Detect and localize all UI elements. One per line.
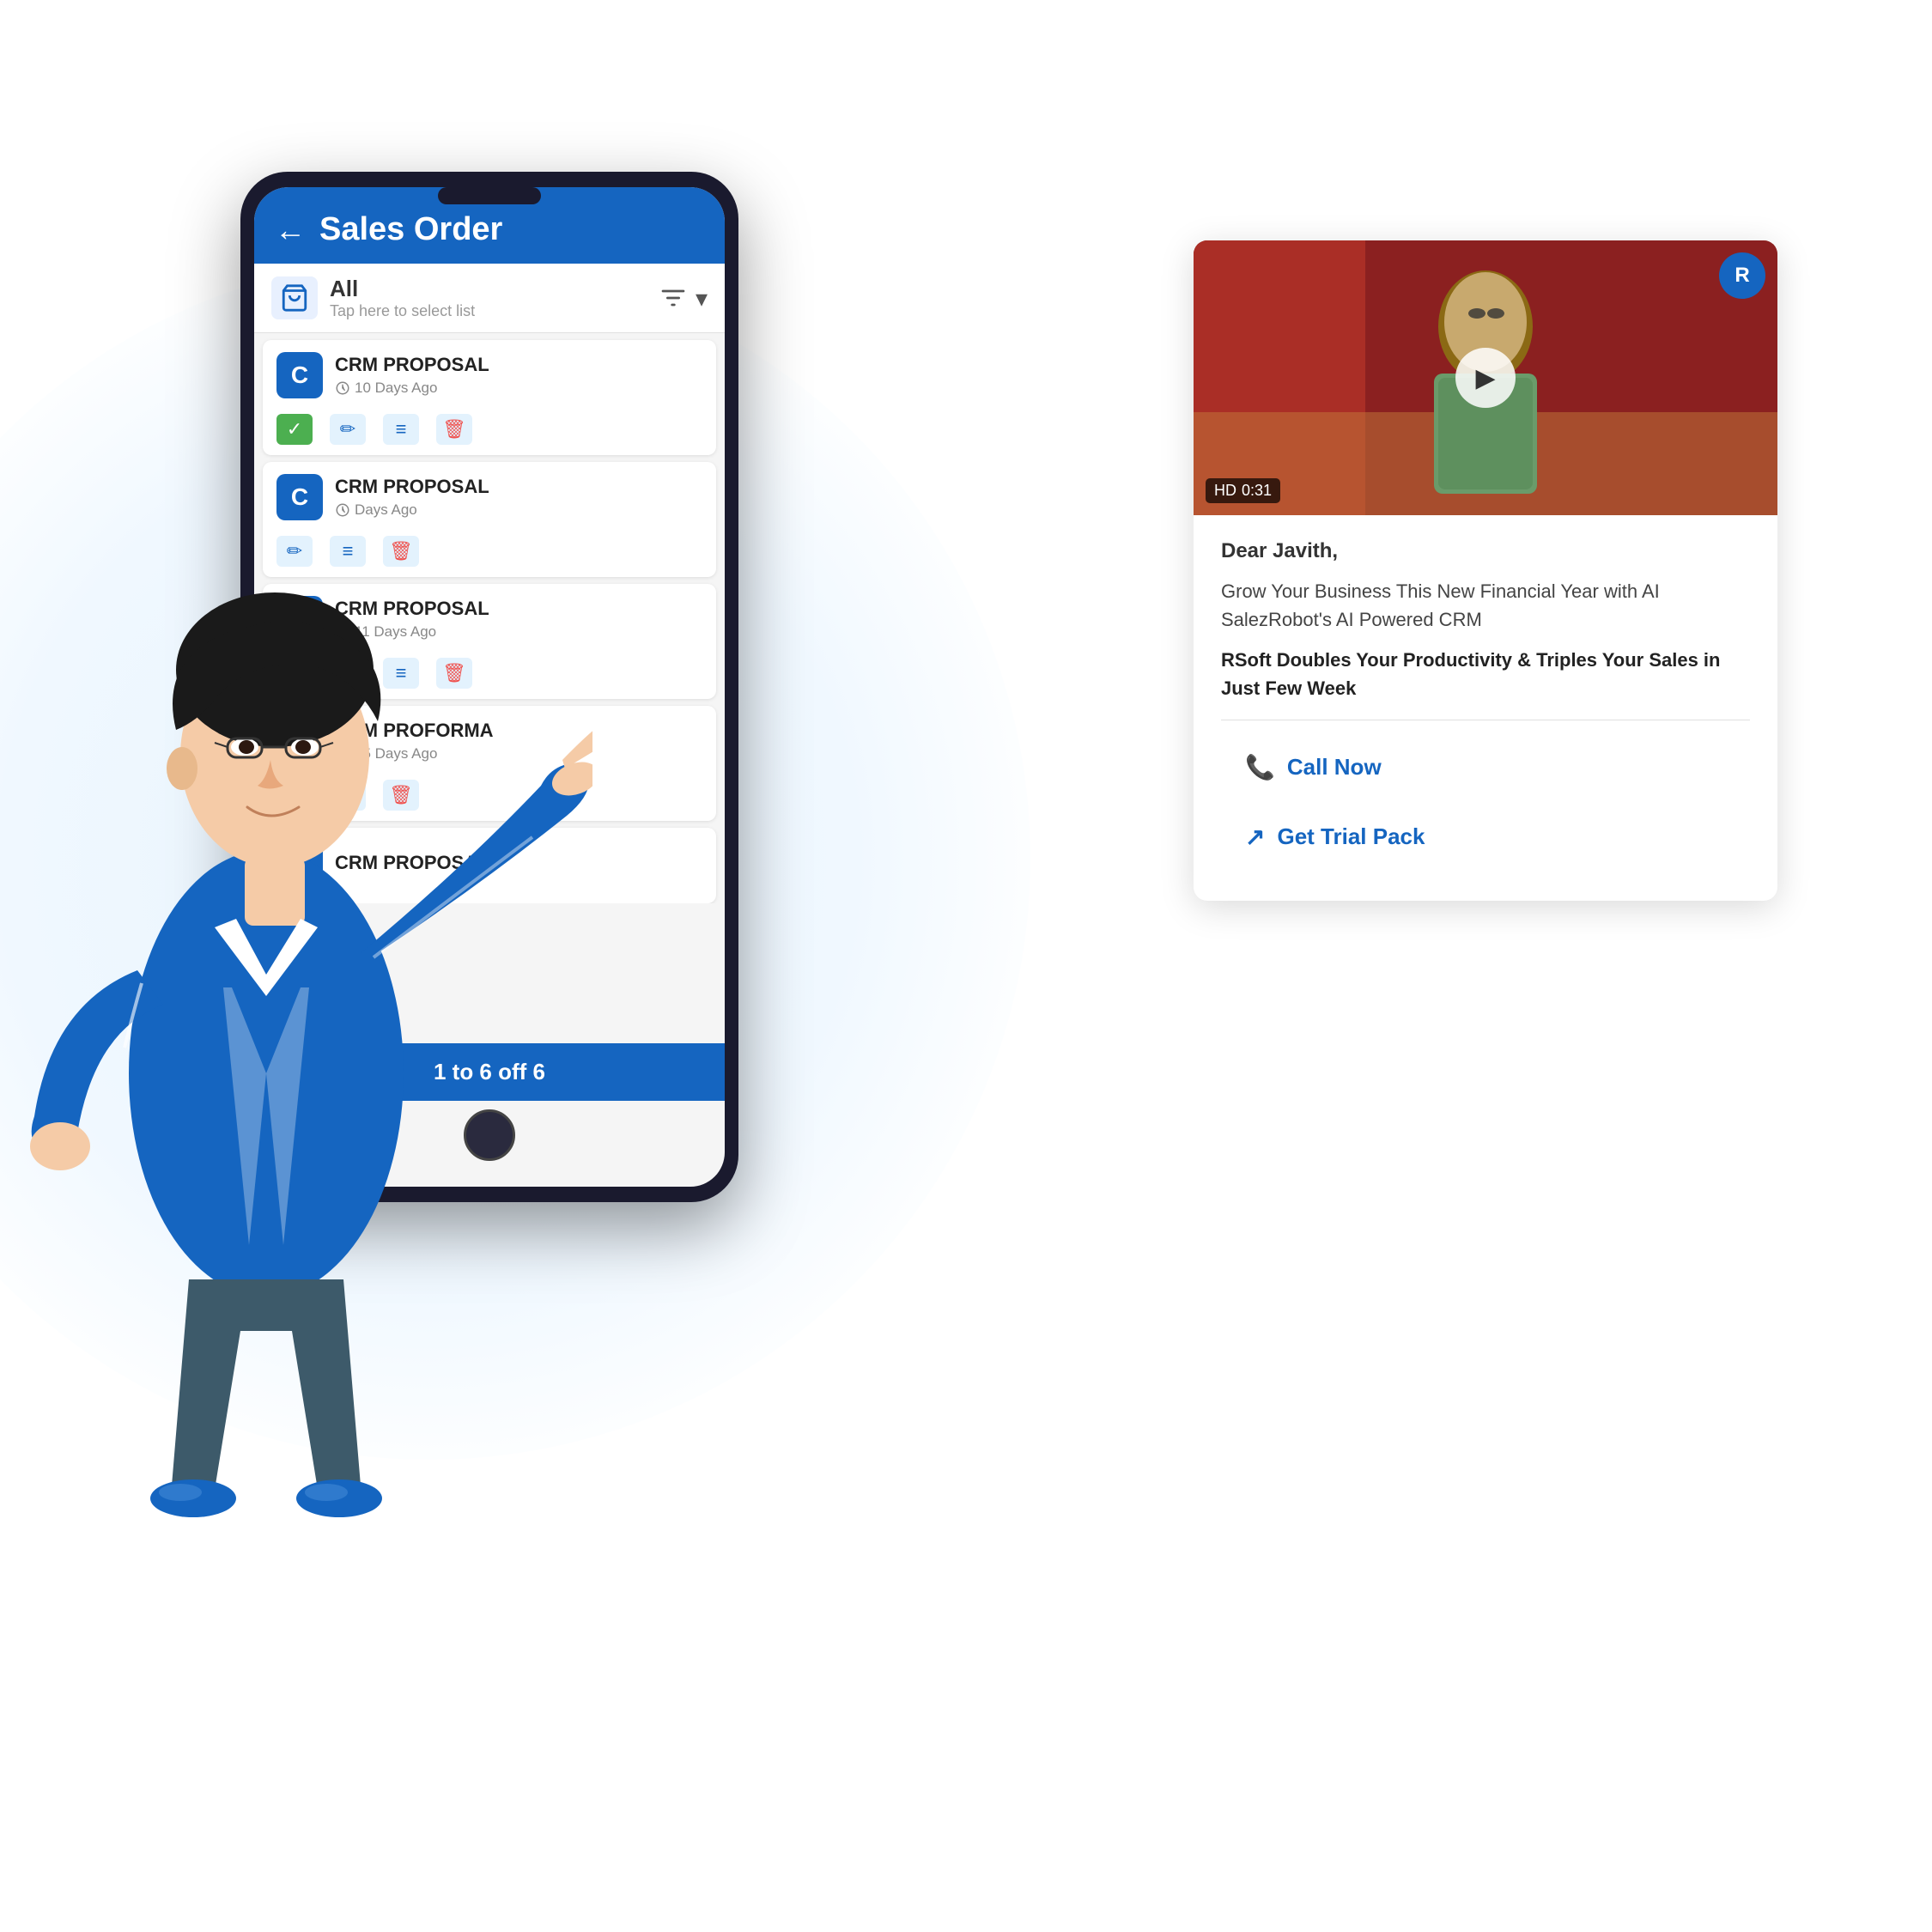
person-illustration	[0, 301, 592, 1589]
trial-pack-button[interactable]: ↗ Get Trial Pack	[1221, 807, 1750, 866]
duration-text: 0:31	[1242, 482, 1272, 500]
email-text-1: Grow Your Business This New Financial Ye…	[1221, 577, 1750, 634]
video-duration: HD 0:31	[1206, 478, 1280, 503]
video-play-button[interactable]: ▶	[1455, 348, 1516, 408]
back-button[interactable]: ←	[275, 212, 306, 248]
call-icon: 📞	[1245, 753, 1275, 781]
email-card: ▶ HD 0:31 R Dear Javith, Grow Your Busin…	[1194, 240, 1777, 901]
email-greeting: Dear Javith,	[1221, 539, 1750, 563]
filter-all-label: All	[330, 276, 647, 302]
email-body: Dear Javith, Grow Your Business This New…	[1194, 515, 1777, 901]
call-label: Call Now	[1287, 754, 1382, 781]
filter-icons: ▾	[659, 284, 708, 313]
email-text-2: RSoft Doubles Your Productivity & Triple…	[1221, 646, 1750, 702]
hd-badge: HD	[1214, 482, 1236, 500]
phone-notch	[438, 187, 541, 204]
brand-logo: R	[1719, 252, 1765, 299]
chevron-down-icon[interactable]: ▾	[696, 284, 708, 313]
trial-icon: ↗	[1245, 823, 1265, 851]
filter-icon[interactable]	[659, 284, 687, 312]
person-svg	[0, 301, 592, 1589]
trial-label: Get Trial Pack	[1277, 823, 1425, 850]
video-thumbnail[interactable]: ▶ HD 0:31 R	[1194, 240, 1777, 515]
screen-title: Sales Order	[319, 211, 704, 248]
call-now-button[interactable]: 📞 Call Now	[1221, 738, 1750, 797]
